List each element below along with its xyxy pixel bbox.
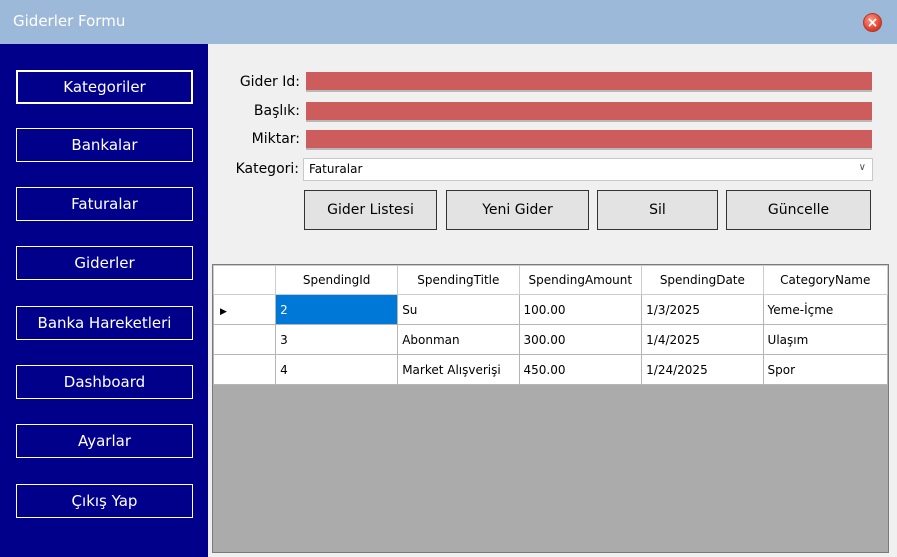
kategori-select[interactable]: Faturalar ∨ <box>303 158 873 181</box>
column-header[interactable]: SpendingId <box>275 265 399 295</box>
nav-cikis-yap-button[interactable]: Çıkış Yap <box>16 484 193 518</box>
column-header[interactable]: CategoryName <box>762 265 889 295</box>
sil-button[interactable]: Sil <box>597 190 718 230</box>
close-icon[interactable]: × <box>863 13 882 32</box>
current-row-icon: ▶ <box>220 306 227 317</box>
nav-kategoriler-button[interactable]: Kategoriler <box>16 70 193 104</box>
table-cell[interactable]: Market Alışverişi <box>397 354 520 385</box>
row-header[interactable] <box>212 324 277 355</box>
miktar-field[interactable] <box>306 130 872 150</box>
miktar-label: Miktar: <box>251 131 300 147</box>
column-header[interactable]: SpendingDate <box>641 265 764 295</box>
spending-table: SpendingId SpendingTitle SpendingAmount … <box>212 265 889 385</box>
gider-id-field[interactable] <box>306 72 872 92</box>
gider-listesi-button[interactable]: Gider Listesi <box>304 190 437 230</box>
table-cell[interactable]: 3 <box>275 324 399 355</box>
table-row[interactable]: 3 Abonman 300.00 1/4/2025 Ulaşım <box>212 324 889 355</box>
nav-banka-hareketleri-button[interactable]: Banka Hareketleri <box>16 306 193 340</box>
window-title: Giderler Formu <box>13 12 126 30</box>
nav-giderler-button[interactable]: Giderler <box>16 246 193 280</box>
nav-bankalar-button[interactable]: Bankalar <box>16 128 193 162</box>
table-row[interactable]: 4 Market Alışverişi 450.00 1/24/2025 Spo… <box>212 354 889 385</box>
row-header[interactable]: ▶ <box>212 294 277 325</box>
chevron-down-icon[interactable]: ∨ <box>859 162 866 173</box>
spending-grid[interactable]: SpendingId SpendingTitle SpendingAmount … <box>212 264 889 553</box>
yeni-gider-button[interactable]: Yeni Gider <box>446 190 589 230</box>
title-bar: Giderler Formu × <box>0 0 897 44</box>
row-header-corner <box>212 265 277 295</box>
table-cell[interactable]: Su <box>397 294 520 325</box>
column-header[interactable]: SpendingAmount <box>518 265 643 295</box>
table-cell[interactable]: Spor <box>762 354 889 385</box>
row-header[interactable] <box>212 354 277 385</box>
table-cell[interactable]: Ulaşım <box>762 324 889 355</box>
table-cell[interactable]: 300.00 <box>518 324 643 355</box>
nav-dashboard-button[interactable]: Dashboard <box>16 365 193 399</box>
guncelle-button[interactable]: Güncelle <box>726 190 871 230</box>
table-cell[interactable]: 1/3/2025 <box>641 294 764 325</box>
column-header[interactable]: SpendingTitle <box>397 265 520 295</box>
baslik-label: Başlık: <box>253 103 300 119</box>
table-cell[interactable]: 100.00 <box>518 294 643 325</box>
table-cell[interactable]: Abonman <box>397 324 520 355</box>
table-cell[interactable]: 4 <box>275 354 399 385</box>
baslik-field[interactable] <box>306 102 872 122</box>
sidebar: Kategoriler Bankalar Faturalar Giderler … <box>0 44 208 557</box>
nav-ayarlar-button[interactable]: Ayarlar <box>16 424 193 458</box>
nav-faturalar-button[interactable]: Faturalar <box>16 187 193 221</box>
table-cell[interactable]: 450.00 <box>518 354 643 385</box>
table-cell[interactable]: 1/4/2025 <box>641 324 764 355</box>
table-cell[interactable]: 1/24/2025 <box>641 354 764 385</box>
table-cell[interactable]: 2 <box>275 294 399 325</box>
kategori-label: Kategori: <box>235 161 299 177</box>
table-row[interactable]: ▶ 2 Su 100.00 1/3/2025 Yeme-İçme <box>212 294 889 325</box>
gider-id-label: Gider Id: <box>239 74 300 90</box>
table-cell[interactable]: Yeme-İçme <box>762 294 889 325</box>
kategori-select-value: Faturalar <box>309 162 363 176</box>
